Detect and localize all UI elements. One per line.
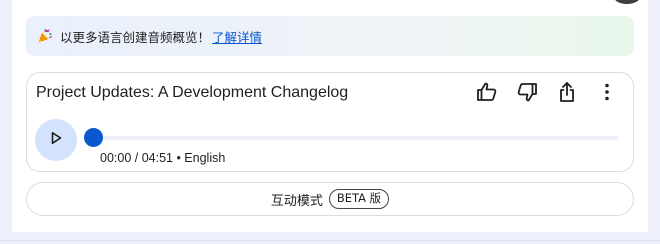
thumbs-up-icon [475,80,499,109]
party-popper-icon [37,28,53,44]
audio-overview-panel: 以更多语言创建音频概览！ 了解详情 Project Updates: A Dev… [12,0,648,232]
thumbs-down-icon [515,80,539,109]
interactive-mode-label: 互动模式 [270,193,323,209]
beta-badge: BETA 版 [328,189,390,209]
audio-time-language: 00:00 / 04:51 • English [100,151,226,165]
share-icon [555,80,579,109]
language-announcement-banner: 以更多语言创建音频概览！ 了解详情 [26,16,634,56]
audio-progress-track[interactable] [84,128,619,147]
banner-message: 以更多语言创建音频概览！ [60,29,211,45]
audio-title: Project Updates: A Development Changelog [36,84,349,101]
more-vert-icon [595,80,619,109]
interactive-mode-button[interactable]: 互动模式 BETA 版 [26,182,634,216]
share-button[interactable] [553,80,581,108]
like-button[interactable] [473,80,501,108]
bottom-divider [0,240,660,241]
audio-progress-thumb[interactable] [84,128,103,147]
card-actions [461,80,621,108]
dislike-button[interactable] [513,80,541,108]
learn-more-link[interactable]: 了解详情 [212,27,262,46]
more-options-button[interactable] [593,80,621,108]
play-icon [49,131,63,150]
audio-overview-card: Project Updates: A Development Changelog [26,72,634,172]
play-button[interactable] [35,119,77,161]
top-icon-fragment [614,0,640,4]
